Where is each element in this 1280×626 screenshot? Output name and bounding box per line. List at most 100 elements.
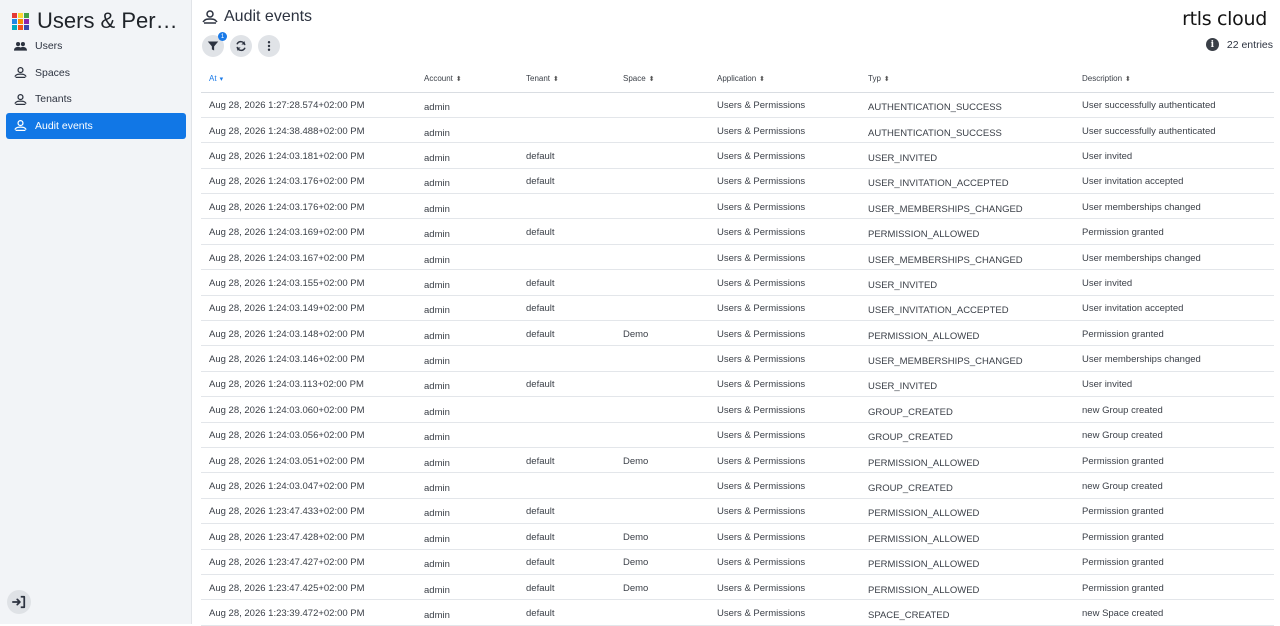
cell-text: GROUP_CREATED xyxy=(868,406,953,418)
column-header-space[interactable]: Space ⬍ xyxy=(615,66,709,93)
cell-text: admin xyxy=(424,330,450,342)
cell-text: Aug 28, 2026 1:23:47.428+02:00 PM xyxy=(209,531,365,543)
cell-text: Aug 28, 2026 1:27:28.574+02:00 PM xyxy=(209,100,365,112)
cell-text: Demo xyxy=(623,328,649,340)
app-grid-icon[interactable] xyxy=(12,12,29,30)
more-vertical-icon xyxy=(267,41,271,51)
cell-tenant: default xyxy=(518,599,615,626)
cell-at: Aug 28, 2026 1:24:03.167+02:00 PM xyxy=(201,244,416,271)
cell-space: Demo xyxy=(615,447,709,474)
column-header-label: Account xyxy=(424,74,453,84)
info-icon[interactable]: i xyxy=(1205,38,1219,51)
table-row[interactable]: Aug 28, 2026 1:24:03.149+02:00 PM admin de… xyxy=(201,295,1274,322)
column-header-description[interactable]: Description ⬍ xyxy=(1074,66,1274,93)
sort-icon: ⬍ xyxy=(1125,76,1131,84)
cell-at: Aug 28, 2026 1:24:03.113+02:00 PM xyxy=(201,371,416,398)
cell-tenant: default xyxy=(518,269,615,296)
table-row[interactable]: Aug 28, 2026 1:24:03.169+02:00 PM admin de… xyxy=(201,218,1274,245)
cell-account: admin xyxy=(416,218,518,245)
column-header-typ[interactable]: Typ ⬍ xyxy=(860,66,1074,93)
column-header-at[interactable]: At ▾ xyxy=(201,66,416,93)
cell-space xyxy=(615,142,709,169)
cell-description: Permission granted xyxy=(1074,574,1274,601)
cell-text: Aug 28, 2026 1:24:03.148+02:00 PM xyxy=(209,328,365,340)
column-header-account[interactable]: Account ⬍ xyxy=(416,66,518,93)
cell-text: Demo xyxy=(623,557,649,569)
cell-description: User invited xyxy=(1074,371,1274,398)
table-row[interactable]: Aug 28, 2026 1:24:03.060+02:00 PM admin Us… xyxy=(201,396,1274,423)
table-row[interactable]: Aug 28, 2026 1:27:28.574+02:00 PM admin Us… xyxy=(201,92,1274,118)
table-row[interactable]: Aug 28, 2026 1:24:03.056+02:00 PM admin Us… xyxy=(201,422,1274,448)
sidebar-item-tenants[interactable]: Tenants xyxy=(6,86,186,113)
cell-text: Users & Permissions xyxy=(717,303,806,315)
logout-button[interactable] xyxy=(7,590,31,614)
table-row[interactable]: Aug 28, 2026 1:24:03.113+02:00 PM admin de… xyxy=(201,371,1274,398)
table-row[interactable]: Aug 28, 2026 1:23:39.472+02:00 PM admin de… xyxy=(201,599,1274,626)
cell-text: Aug 28, 2026 1:23:39.472+02:00 PM xyxy=(209,608,365,619)
cell-at: Aug 28, 2026 1:24:03.148+02:00 PM xyxy=(201,320,416,347)
cell-text: Aug 28, 2026 1:24:38.488+02:00 PM xyxy=(209,125,365,137)
cell-account: admin xyxy=(416,523,518,550)
cell-text: Users & Permissions xyxy=(717,201,806,213)
sidebar-item-users[interactable]: Users xyxy=(6,33,186,60)
cell-text: admin xyxy=(424,127,450,139)
table-row[interactable]: Aug 28, 2026 1:23:47.433+02:00 PM admin de… xyxy=(201,498,1274,525)
table-row[interactable]: Aug 28, 2026 1:24:03.176+02:00 PM admin de… xyxy=(201,168,1274,195)
table-row[interactable]: Aug 28, 2026 1:23:47.428+02:00 PM admin de… xyxy=(201,523,1274,550)
table-row[interactable]: Aug 28, 2026 1:24:03.176+02:00 PM admin Us… xyxy=(201,193,1274,220)
cell-at: Aug 28, 2026 1:23:47.425+02:00 PM xyxy=(201,574,416,601)
cell-at: Aug 28, 2026 1:23:47.433+02:00 PM xyxy=(201,498,416,525)
cell-text: Users & Permissions xyxy=(717,277,806,289)
cell-text: Users & Permissions xyxy=(717,430,806,442)
table-row[interactable]: Aug 28, 2026 1:23:47.425+02:00 PM admin de… xyxy=(201,574,1274,601)
table-row[interactable]: Aug 28, 2026 1:24:03.148+02:00 PM admin de… xyxy=(201,320,1274,347)
cell-application: Users & Permissions xyxy=(709,396,860,423)
table-row[interactable]: Aug 28, 2026 1:23:47.427+02:00 PM admin de… xyxy=(201,549,1274,575)
cell-typ: USER_MEMBERSHIPS_CHANGED xyxy=(860,193,1074,220)
cell-space xyxy=(615,345,709,372)
cell-at: Aug 28, 2026 1:24:03.169+02:00 PM xyxy=(201,218,416,245)
table-row[interactable]: Aug 28, 2026 1:24:03.155+02:00 PM admin de… xyxy=(201,269,1274,296)
column-header-label: Application xyxy=(717,74,757,84)
table-row[interactable]: Aug 28, 2026 1:24:38.488+02:00 PM admin Us… xyxy=(201,117,1274,144)
refresh-button[interactable] xyxy=(230,35,252,57)
table-row[interactable]: Aug 28, 2026 1:24:03.181+02:00 PM admin de… xyxy=(201,142,1274,169)
table-body: Aug 28, 2026 1:27:28.574+02:00 PM admin Us… xyxy=(201,92,1274,626)
cell-space xyxy=(615,168,709,195)
cell-application: Users & Permissions xyxy=(709,269,860,296)
cell-text: new Group created xyxy=(1082,481,1163,493)
more-options-button[interactable] xyxy=(258,35,280,57)
cell-text: default xyxy=(526,608,555,619)
cell-text: PERMISSION_ALLOWED xyxy=(868,533,980,545)
cell-application: Users & Permissions xyxy=(709,345,860,372)
cell-account: admin xyxy=(416,549,518,575)
cell-application: Users & Permissions xyxy=(709,295,860,322)
column-header-tenant[interactable]: Tenant ⬍ xyxy=(518,66,615,93)
column-header-application[interactable]: Application ⬍ xyxy=(709,66,860,93)
table-row[interactable]: Aug 28, 2026 1:24:03.146+02:00 PM admin Us… xyxy=(201,345,1274,372)
sidebar-item-label: Spaces xyxy=(35,66,71,79)
cell-text: admin xyxy=(424,305,450,317)
filter-button[interactable]: 1 xyxy=(202,32,227,57)
cell-text: USER_INVITATION_ACCEPTED xyxy=(868,178,1009,190)
cell-application: Users & Permissions xyxy=(709,92,860,118)
cell-account: admin xyxy=(416,371,518,398)
cell-space xyxy=(615,599,709,626)
sidebar-item-spaces[interactable]: Spaces xyxy=(6,60,186,87)
sidebar-item-audit-events[interactable]: Audit events xyxy=(6,112,186,139)
cell-text: PERMISSION_ALLOWED xyxy=(868,330,980,342)
table-row[interactable]: Aug 28, 2026 1:24:03.167+02:00 PM admin Us… xyxy=(201,244,1274,271)
cell-typ: USER_INVITED xyxy=(860,142,1074,169)
cell-application: Users & Permissions xyxy=(709,472,860,499)
cell-description: Permission granted xyxy=(1074,498,1274,525)
cell-description: User memberships changed xyxy=(1074,193,1274,220)
cell-description: User successfully authenticated xyxy=(1074,92,1274,118)
cell-typ: USER_INVITATION_ACCEPTED xyxy=(860,295,1074,322)
table-row[interactable]: Aug 28, 2026 1:24:03.047+02:00 PM admin Us… xyxy=(201,472,1274,499)
cell-text: Aug 28, 2026 1:24:03.181+02:00 PM xyxy=(209,150,365,162)
cell-tenant: default xyxy=(518,320,615,347)
cell-description: User successfully authenticated xyxy=(1074,117,1274,144)
table-row[interactable]: Aug 28, 2026 1:24:03.051+02:00 PM admin de… xyxy=(201,447,1274,474)
cell-application: Users & Permissions xyxy=(709,599,860,626)
cell-account: admin xyxy=(416,320,518,347)
